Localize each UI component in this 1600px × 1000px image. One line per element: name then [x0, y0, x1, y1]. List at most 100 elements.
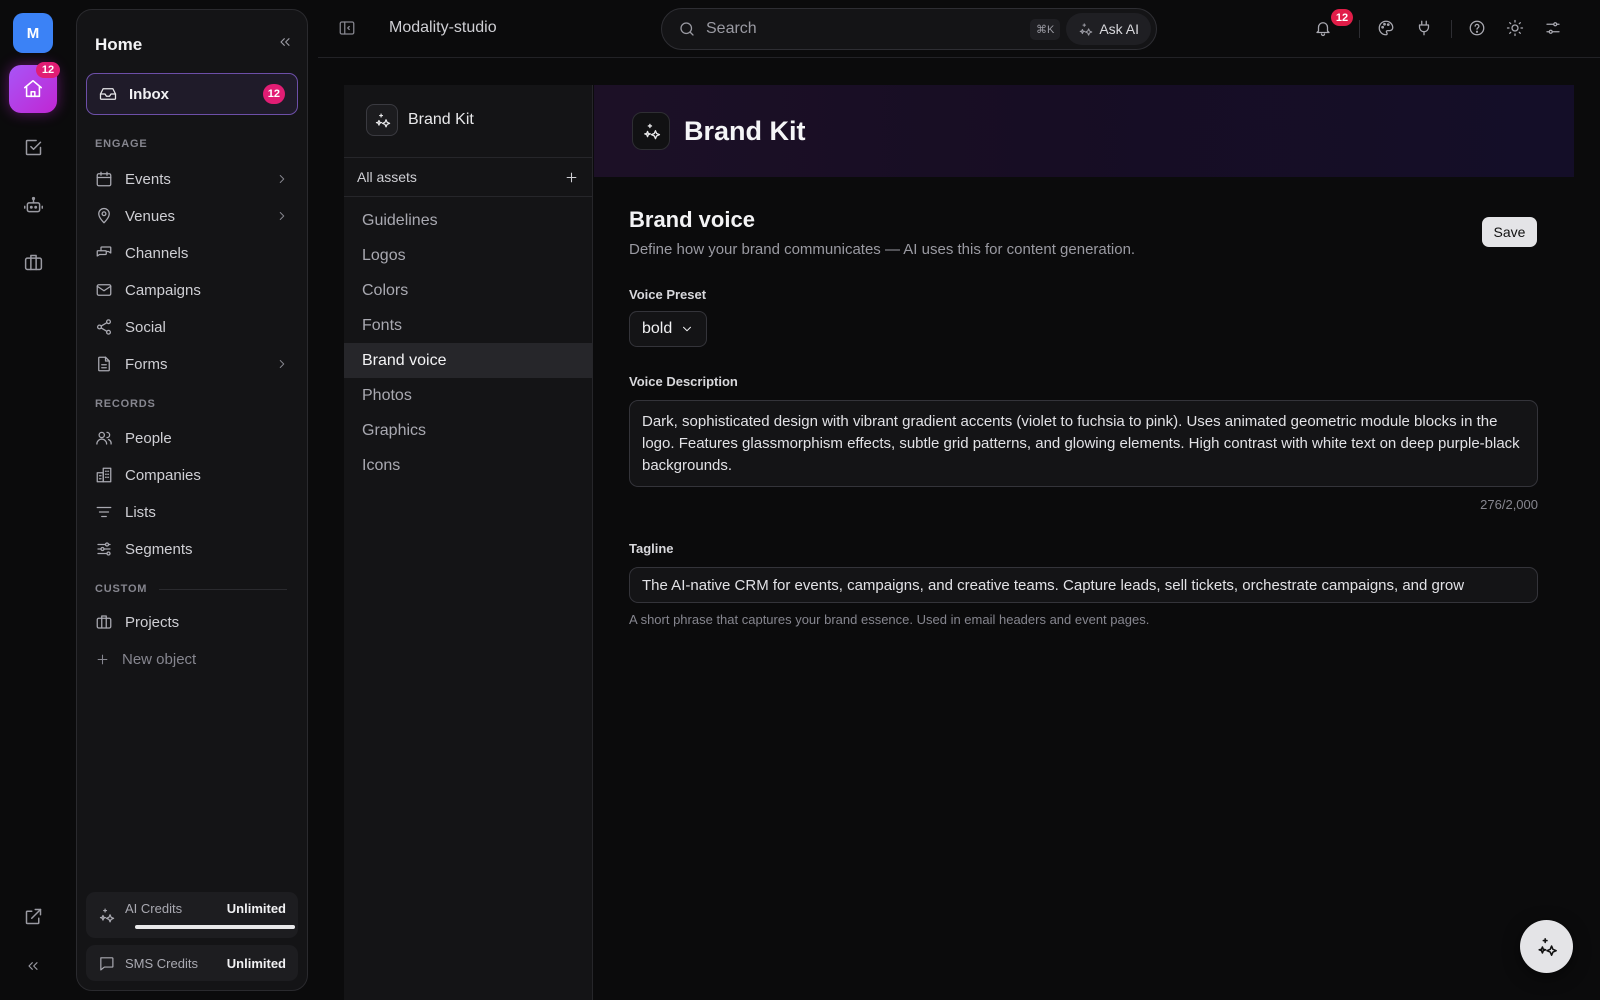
new-object-label: New object [122, 650, 197, 668]
page-title: Brand Kit [684, 115, 806, 146]
sliders-icon [95, 540, 113, 558]
message-icon [98, 955, 115, 972]
search-input[interactable]: Search [706, 20, 1030, 38]
asset-item-brand-voice[interactable]: Brand voice [344, 343, 593, 378]
sidebar-item-lists[interactable]: Lists [86, 495, 298, 529]
rail-collapse-button[interactable] [14, 947, 52, 985]
inbox-badge: 12 [262, 84, 285, 104]
sparkles-icon [98, 907, 115, 924]
sidebar-item-label: Forms [125, 355, 168, 373]
tagline-input[interactable]: The AI-native CRM for events, campaigns,… [629, 567, 1538, 603]
panel-toggle-icon[interactable] [338, 19, 356, 37]
rail-tasks-button[interactable] [14, 128, 52, 166]
sms-credits-label: SMS Credits [125, 955, 198, 971]
bell-icon[interactable] [1314, 19, 1332, 37]
assets-panel: Brand Kit All assets Guidelines Logos Co… [344, 85, 593, 1000]
inbox-label: Inbox [129, 85, 169, 103]
sidebar-title: Home [95, 35, 143, 54]
chevron-right-icon [275, 209, 289, 223]
rail-external-link-button[interactable] [14, 897, 52, 935]
ai-credits[interactable]: AI Credits Unlimited [86, 892, 298, 938]
search-icon [678, 20, 696, 38]
search-bar[interactable]: Search ⌘K Ask AI [661, 8, 1157, 50]
sidebar-item-campaigns[interactable]: Campaigns [86, 273, 298, 307]
help-icon[interactable] [1468, 19, 1486, 37]
sidebar-item-people[interactable]: People [86, 421, 298, 455]
sms-credits[interactable]: SMS Credits Unlimited [86, 945, 298, 981]
ai-credits-bar-fill [135, 925, 295, 929]
building-icon [95, 466, 113, 484]
chevron-right-icon [275, 172, 289, 186]
sidebar-item-label: Segments [125, 540, 193, 558]
tasks-icon [23, 137, 44, 158]
users-icon [95, 429, 113, 447]
brand-kit-icon-box [366, 104, 398, 136]
voice-description-textarea[interactable]: Dark, sophisticated design with vibrant … [629, 400, 1538, 487]
sparkles-icon [642, 122, 661, 141]
sidebar-item-segments[interactable]: Segments [86, 532, 298, 566]
sidebar-item-label: Events [125, 170, 171, 188]
sidebar-item-forms[interactable]: Forms [86, 347, 298, 381]
topbar-divider [1359, 20, 1360, 38]
inbox-item[interactable]: Inbox 12 [86, 73, 298, 115]
document-icon [95, 355, 113, 373]
external-link-icon [23, 906, 44, 927]
settings-sliders-icon[interactable] [1544, 19, 1562, 37]
sidebar-item-label: Social [125, 318, 166, 336]
sms-credits-value: Unlimited [226, 955, 286, 971]
sun-icon[interactable] [1506, 19, 1524, 37]
asset-item-colors[interactable]: Colors [344, 273, 593, 308]
sidebar-item-companies[interactable]: Companies [86, 458, 298, 492]
sparkles-icon [1536, 936, 1558, 958]
new-object-button[interactable]: New object [86, 642, 298, 676]
tagline-label: Tagline [629, 541, 674, 556]
palette-icon[interactable] [1377, 19, 1395, 37]
ask-ai-label: Ask AI [1099, 21, 1139, 37]
app-rail: M 12 [0, 0, 66, 1000]
map-pin-icon [95, 207, 113, 225]
section-divider [159, 589, 287, 590]
ask-ai-button[interactable]: Ask AI [1066, 13, 1151, 45]
ai-assistant-button[interactable] [1520, 920, 1573, 973]
workspace-name[interactable]: Modality-studio [389, 19, 497, 37]
calendar-icon [95, 170, 113, 188]
all-assets-row[interactable]: All assets [344, 157, 593, 197]
plug-icon[interactable] [1415, 19, 1433, 37]
section-label-custom: CUSTOM [95, 583, 148, 595]
briefcase-icon [95, 613, 113, 631]
sidebar-item-social[interactable]: Social [86, 310, 298, 344]
notification-badge: 12 [1331, 9, 1353, 26]
sparkles-icon [1078, 22, 1093, 37]
plus-icon[interactable] [564, 170, 579, 185]
asset-item-guidelines[interactable]: Guidelines [344, 203, 593, 238]
sidebar: Home Inbox 12 ENGAGE Events Venues Chann… [76, 9, 308, 991]
sidebar-item-projects[interactable]: Projects [86, 605, 298, 639]
topbar-divider [1451, 20, 1452, 38]
asset-item-graphics[interactable]: Graphics [344, 413, 593, 448]
mail-icon [95, 281, 113, 299]
asset-item-fonts[interactable]: Fonts [344, 308, 593, 343]
sidebar-item-events[interactable]: Events [86, 162, 298, 196]
section-title: Brand voice [629, 207, 755, 232]
sidebar-item-label: Companies [125, 466, 201, 484]
assets-header: Brand Kit [366, 104, 474, 136]
ai-credits-bar [135, 925, 295, 929]
section-label-records: RECORDS [95, 398, 156, 410]
collapse-icon [25, 958, 41, 974]
rail-bot-button[interactable] [14, 186, 52, 224]
section-description: Define how your brand communicates — AI … [629, 241, 1136, 258]
save-button[interactable]: Save [1482, 217, 1537, 247]
voice-preset-select[interactable]: bold [629, 311, 707, 347]
rail-briefcase-button[interactable] [14, 243, 52, 281]
sidebar-item-label: Venues [125, 207, 176, 225]
asset-item-logos[interactable]: Logos [344, 238, 593, 273]
sidebar-item-venues[interactable]: Venues [86, 199, 298, 233]
sidebar-item-label: Projects [125, 613, 180, 631]
sidebar-item-channels[interactable]: Channels [86, 236, 298, 270]
workspace-avatar[interactable]: M [13, 13, 53, 53]
ai-credits-value: Unlimited [226, 900, 286, 916]
asset-item-photos[interactable]: Photos [344, 378, 593, 413]
collapse-sidebar-icon[interactable] [277, 34, 293, 50]
asset-item-icons[interactable]: Icons [344, 448, 593, 483]
section-label-engage: ENGAGE [95, 138, 148, 150]
